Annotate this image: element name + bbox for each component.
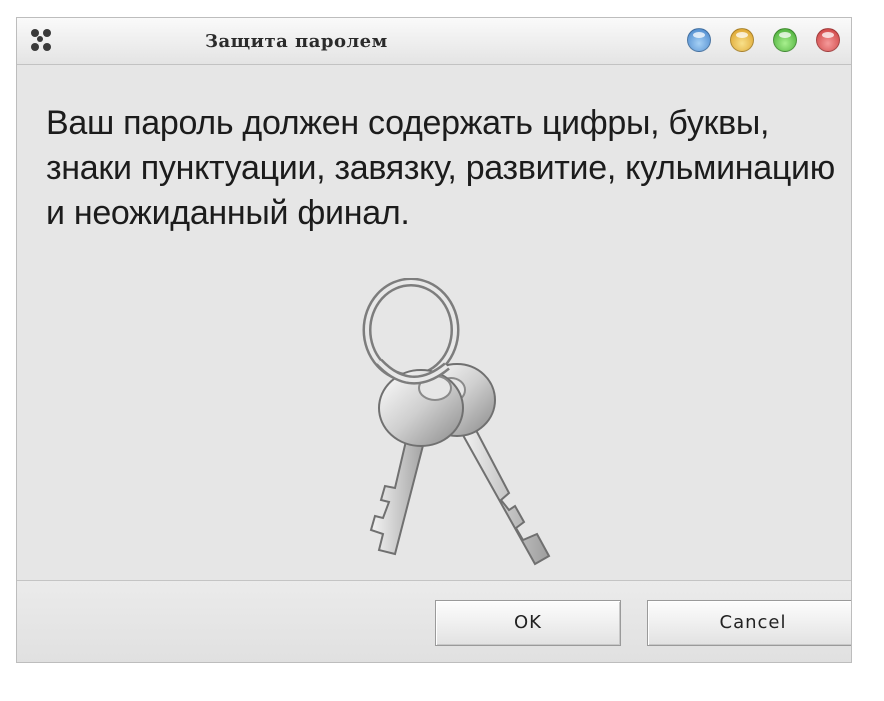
info-button[interactable] [687, 28, 711, 52]
minimize-button[interactable] [730, 28, 754, 52]
cancel-button[interactable]: Cancel [647, 600, 851, 646]
dialog-message: Ваш пароль должен содержать цифры, буквы… [46, 104, 835, 232]
app-icon [31, 29, 55, 53]
button-bar: OK Cancel [17, 580, 851, 662]
title-bar[interactable]: Защита паролем [17, 18, 851, 65]
keys-icon [362, 278, 551, 566]
maximize-button[interactable] [773, 28, 797, 52]
ok-button[interactable]: OK [435, 600, 621, 646]
close-button[interactable] [816, 28, 840, 52]
window-title: Защита паролем [205, 31, 388, 52]
password-dialog: Защита паролем Ваш пароль должен содержа… [16, 17, 852, 663]
